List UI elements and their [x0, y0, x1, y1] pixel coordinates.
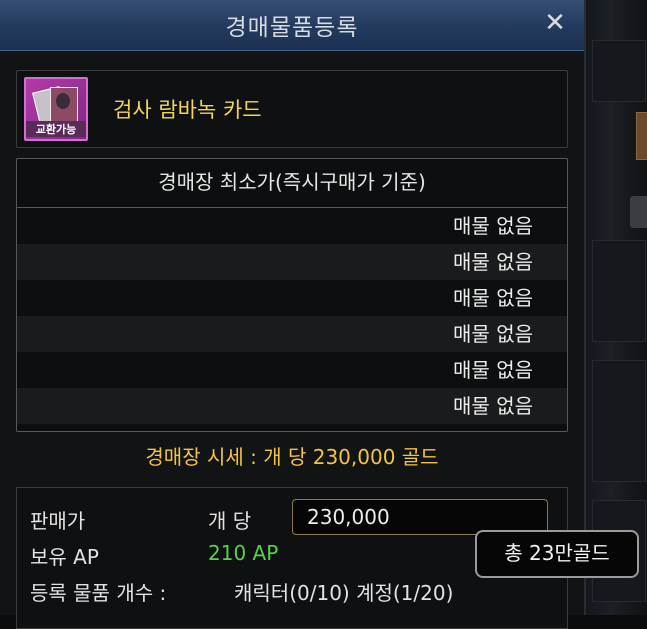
background-panel [586, 0, 647, 615]
per-unit-label: 개 당 [208, 509, 252, 533]
price-row: 매물 없음 [453, 286, 533, 310]
auction-register-window: 경매물품등록 ✕ 교환가능 검사 람바녹 카드 경매장 최소가(즉시구매가 기준… [0, 0, 586, 629]
sell-price-label: 판매가 [30, 509, 86, 533]
price-list-header: 경매장 최소가(즉시구매가 기준) [17, 159, 567, 208]
background-item-thumb [636, 112, 647, 160]
background-button [630, 196, 647, 228]
background-cell [592, 240, 646, 342]
item-info: 교환가능 검사 람바녹 카드 [16, 70, 568, 148]
item-name: 검사 람바녹 카드 [113, 98, 262, 122]
background-cell [592, 360, 646, 482]
price-row: 매물 없음 [17, 244, 567, 280]
title-bar: 경매물품등록 ✕ [0, 0, 584, 51]
total-price-tooltip: 총 23만골드 [475, 530, 639, 578]
card-portrait [56, 93, 70, 109]
price-row: 매물 없음 [17, 316, 567, 352]
ap-label: 보유 AP [30, 545, 99, 569]
price-row: 매물 없음 [453, 214, 533, 238]
background-cell [592, 40, 646, 102]
register-count-label: 등록 물품 개수 : [30, 581, 167, 605]
price-row: 매물 없음 [17, 388, 567, 424]
ap-value: 210 AP [208, 541, 279, 565]
close-icon[interactable]: ✕ [538, 6, 572, 40]
market-rate: 경매장 시세 : 개 당 230,000 골드 [145, 445, 439, 469]
card-item-icon[interactable]: 교환가능 [24, 77, 88, 141]
register-count-value: 캐릭터(0/10) 계정(1/20) [234, 581, 454, 605]
price-row: 매물 없음 [453, 358, 533, 382]
tradeable-tag: 교환가능 [26, 121, 86, 137]
lowest-price-list: 경매장 최소가(즉시구매가 기준) 매물 없음 매물 없음 매물 없음 매물 없… [16, 158, 568, 432]
window-title: 경매물품등록 [225, 15, 359, 41]
